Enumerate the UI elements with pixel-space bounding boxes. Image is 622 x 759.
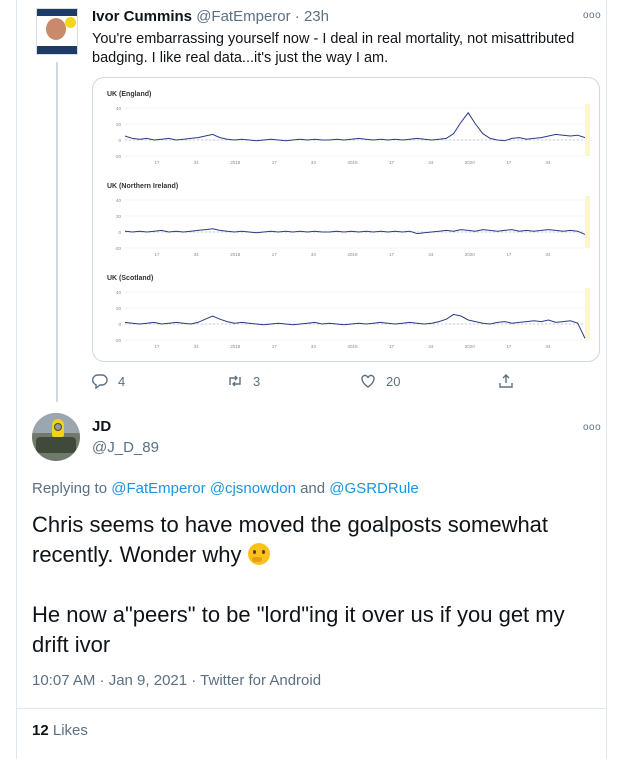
- chart-highlight-band: [585, 196, 590, 248]
- tweet-paragraph: Chris seems to have moved the goalposts …: [32, 512, 549, 567]
- chart-title: UK (Scotland): [107, 275, 153, 282]
- chart-x-tick: 34: [545, 252, 551, 257]
- like-count: 20: [386, 373, 401, 389]
- likes-label: Likes: [52, 722, 88, 739]
- handle[interactable]: @J_D_89: [92, 439, 159, 456]
- chart-x-tick: 17: [506, 252, 512, 257]
- divider: [16, 708, 606, 709]
- more-icon[interactable]: ooo: [583, 422, 601, 433]
- chart-y-tick: -20: [114, 246, 121, 251]
- avatar[interactable]: [32, 413, 80, 461]
- chart-highlight-band: [585, 288, 590, 340]
- share-button[interactable]: [498, 373, 514, 389]
- reply-button[interactable]: 4: [92, 373, 125, 389]
- retweet-button[interactable]: 3: [227, 373, 260, 389]
- chart-x-tick: 2020: [465, 160, 476, 165]
- chart-x-tick: 17: [154, 344, 160, 349]
- chart-x-tick: 34: [545, 160, 551, 165]
- chart-x-tick: 34: [311, 160, 317, 165]
- mention-link[interactable]: @cjsnowdon: [210, 480, 296, 497]
- reply-icon: [92, 374, 108, 389]
- handle[interactable]: @FatEmperor: [196, 8, 290, 25]
- chart-x-tick: 34: [428, 344, 434, 349]
- retweet-icon: [229, 375, 241, 387]
- mention-link[interactable]: @FatEmperor: [111, 480, 205, 497]
- chart-y-tick: 40: [116, 106, 122, 111]
- chart-x-tick: 17: [272, 160, 278, 165]
- thread-connector: [56, 62, 58, 402]
- like-button[interactable]: 20: [360, 373, 400, 389]
- chart-x-tick: 17: [389, 344, 395, 349]
- chart-series-line: [124, 111, 586, 142]
- tweet-paragraph: He now a"peers" to be "lord"ing it over …: [32, 602, 565, 657]
- chart-y-tick: 20: [116, 214, 122, 219]
- mortality-charts: UK (England) 40 20 0 -20 17 34 2018 17 34 2019 17 34…: [107, 91, 590, 349]
- chart-title: UK (England): [107, 91, 151, 98]
- chart-highlight-band: [585, 104, 590, 156]
- avatar[interactable]: [36, 8, 78, 55]
- chart-x-tick: 17: [506, 160, 512, 165]
- chart-x-tick: 2020: [465, 344, 476, 349]
- chart-x-tick: 34: [194, 160, 200, 165]
- tweet-text: Chris seems to have moved the goalposts …: [32, 510, 602, 660]
- chart-y-tick: 0: [118, 322, 121, 327]
- chart-x-tick: 2019: [347, 252, 358, 257]
- likes-count: 12: [32, 722, 49, 739]
- chart-y-tick: 20: [116, 306, 122, 311]
- tweet-author[interactable]: Ivor Cummins @FatEmperor · 23h: [92, 8, 329, 25]
- chart-x-tick: 17: [154, 252, 160, 257]
- chart-x-tick: 2019: [347, 344, 358, 349]
- chart-x-tick: 17: [272, 344, 278, 349]
- share-icon: [499, 374, 513, 388]
- chart-y-tick: 20: [116, 122, 122, 127]
- chart-x-tick: 2018: [230, 344, 241, 349]
- chart-x-tick: 17: [154, 160, 160, 165]
- display-name[interactable]: JD: [92, 418, 111, 435]
- tweet-timestamp[interactable]: 10:07 AM · Jan 9, 2021 · Twitter for And…: [32, 672, 321, 689]
- timeline-border-right: [606, 0, 607, 759]
- chart-x-tick: 17: [506, 344, 512, 349]
- chart-x-tick: 34: [194, 344, 200, 349]
- chart-y-tick: -20: [114, 154, 121, 159]
- like-icon: [361, 374, 375, 388]
- chart-y-tick: 40: [116, 198, 122, 203]
- retweet-count: 3: [253, 373, 261, 389]
- tweet-actions: 4 3 20: [92, 373, 522, 393]
- chart-x-tick: 2019: [347, 160, 358, 165]
- chart-x-tick: 34: [545, 344, 551, 349]
- replying-to: Replying to @FatEmperor @cjsnowdon and @…: [32, 480, 419, 497]
- chart-series-line: [124, 313, 586, 339]
- chart-x-tick: 17: [389, 252, 395, 257]
- display-name[interactable]: Ivor Cummins: [92, 8, 192, 25]
- chart-x-tick: 2018: [230, 252, 241, 257]
- likes-link[interactable]: 12 Likes: [32, 722, 88, 739]
- more-icon[interactable]: ooo: [583, 10, 601, 21]
- chart-x-tick: 34: [428, 252, 434, 257]
- chart-y-tick: -20: [114, 338, 121, 343]
- timeline-border-left: [16, 0, 17, 759]
- chart-title: UK (Northern Ireland): [107, 183, 178, 190]
- tweet-time[interactable]: 23h: [304, 8, 329, 25]
- chart-x-tick: 2018: [230, 160, 241, 165]
- chart-y-tick: 40: [116, 290, 122, 295]
- chart-x-tick: 34: [311, 252, 317, 257]
- tweet-text: You're embarrassing yourself now - I dea…: [92, 31, 575, 66]
- thinking-face-icon: [247, 543, 270, 565]
- chart-x-tick: 34: [194, 252, 200, 257]
- mention-link[interactable]: @GSRDRule: [329, 480, 418, 497]
- chart-x-tick: 34: [428, 160, 434, 165]
- tweet-image[interactable]: UK (England) 40 20 0 -20 17 34 2018 17 34 2019 17 34…: [92, 77, 600, 362]
- chart-x-tick: 2020: [465, 252, 476, 257]
- chart-y-tick: 0: [118, 138, 121, 143]
- chart-x-tick: 34: [311, 344, 317, 349]
- chart-y-tick: 0: [118, 230, 121, 235]
- chart-x-tick: 17: [272, 252, 278, 257]
- reply-count: 4: [118, 373, 126, 389]
- chart-x-tick: 17: [389, 160, 395, 165]
